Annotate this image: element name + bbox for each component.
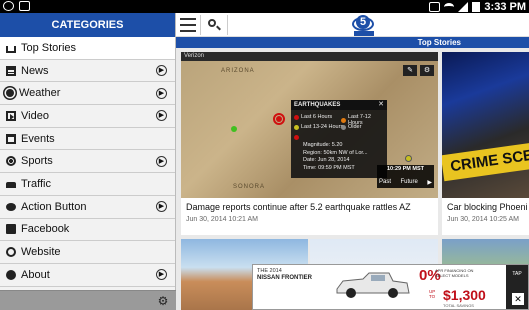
map-label: SONORA (233, 184, 266, 190)
chat-icon (6, 202, 16, 211)
divider (227, 15, 228, 35)
info-icon (6, 269, 16, 280)
play-icon: ▶ (427, 180, 432, 186)
status-bar: 3:33 PM (0, 0, 529, 13)
menu-item-top-stories[interactable]: Top Stories (0, 37, 175, 60)
ad-total: TOTAL SAVINGS (443, 303, 474, 308)
menu-item-news[interactable]: News ▶ (0, 60, 175, 83)
map-label: ARIZONA (221, 68, 255, 74)
section-title: Top Stories (417, 38, 461, 47)
drawer-header: CATEGORIES (0, 13, 175, 37)
clock: 3:33 PM (484, 0, 526, 13)
categories-drawer: CATEGORIES Top Stories News ▶ Weather ▶ … (0, 13, 176, 310)
ad-banner[interactable]: THE 2014 NISSAN FRONTIER 0% APR FINANCIN… (252, 264, 529, 310)
close-ad-icon[interactable]: ✕ (512, 293, 524, 305)
edit-icon: ✎ (403, 65, 417, 76)
menu-item-label: Website (21, 246, 61, 259)
story-title: Damage reports continue after 5.2 earthq… (186, 202, 411, 212)
settings-gear-icon[interactable]: ⚙ (156, 294, 170, 308)
expand-arrow-icon[interactable]: ▶ (156, 87, 167, 99)
menu-item-traffic[interactable]: Traffic (0, 173, 175, 196)
menu-item-about[interactable]: About ▶ (0, 264, 175, 287)
menu-item-label: Action Button (21, 200, 87, 213)
menu-item-label: News (21, 64, 49, 77)
quake-marker (276, 116, 282, 122)
legend-label: Last 13-24 Hours (301, 124, 344, 130)
sun-icon (6, 89, 14, 98)
settings-icon: ⚙ (420, 65, 434, 76)
facebook-icon (6, 224, 16, 235)
video-icon (6, 110, 16, 121)
story-date: Jun 30, 2014 10:25 AM (447, 216, 519, 223)
quake-details: Magnitude: 5.20 Region: 50km NW of Lor..… (303, 142, 368, 171)
menu-item-label: Events (21, 132, 55, 145)
expand-arrow-icon[interactable]: ▶ (156, 110, 167, 122)
crime-tape-text: CRIME SCE (442, 138, 529, 182)
divider (200, 15, 201, 35)
menu-item-label: Sports (21, 155, 53, 168)
story-image-crime-scene: CRIME SCE (442, 52, 529, 198)
legend-label: Last 6 Hours (301, 114, 333, 120)
location-icon (3, 1, 14, 11)
app-bar: 5 (176, 13, 529, 37)
ad-tap-label: TAP (512, 271, 522, 277)
ad-apr: APR FINANCING ON SELECT MODELS (435, 268, 474, 278)
selected-quake-icon (294, 135, 299, 140)
drawer-footer: ⚙ (0, 290, 176, 310)
menu-item-video[interactable]: Video ▶ (0, 105, 175, 128)
map-image: Verizon ✎ ⚙ ARIZONA SONORA EARTHQUAKES ✕… (181, 52, 438, 198)
search-icon[interactable] (206, 17, 222, 33)
ball-icon (6, 156, 16, 167)
app-root: 3:33 PM CATEGORIES Top Stories News ▶ We… (0, 0, 529, 310)
expand-arrow-icon[interactable]: ▶ (156, 269, 167, 281)
wifi-icon (444, 2, 455, 11)
menu-item-website[interactable]: Website (0, 241, 175, 264)
menu-item-label: About (21, 268, 50, 281)
menu-item-events[interactable]: Events (0, 128, 175, 151)
menu-item-label: Video (21, 109, 49, 122)
logo-number: 5 (356, 15, 370, 29)
globe-icon (6, 247, 16, 258)
story-title: Car blocking Phoeni (447, 202, 528, 212)
story-card[interactable]: CRIME SCE Car blocking Phoeni Jun 30, 20… (442, 52, 529, 235)
expand-arrow-icon[interactable]: ▶ (156, 155, 167, 167)
menu-item-sports[interactable]: Sports ▶ (0, 150, 175, 174)
cbs5-logo: 5 (352, 15, 376, 37)
ad-model: NISSAN FRONTIER (257, 275, 313, 281)
popup-title: EARTHQUAKES (291, 100, 387, 110)
menu-item-label: Weather (19, 87, 61, 100)
ad-amount: $1,300 (443, 287, 486, 303)
close-icon: ✕ (378, 101, 384, 108)
menu-hamburger-icon[interactable] (180, 18, 196, 32)
calendar-icon (6, 133, 16, 144)
story-card[interactable]: Verizon ✎ ⚙ ARIZONA SONORA EARTHQUAKES ✕… (181, 52, 438, 235)
signal-icon (458, 1, 469, 12)
expand-arrow-icon[interactable]: ▶ (156, 65, 167, 77)
ad-year: THE 2014 (257, 268, 282, 274)
map-timebox: 10:29 PM MST Past Future ▶ (377, 165, 434, 188)
story-date: Jun 30, 2014 10:21 AM (186, 216, 258, 223)
battery-icon (472, 1, 481, 12)
menu-item-label: Traffic (21, 177, 51, 190)
legend-label: Older (348, 124, 362, 130)
ad-up-to: UP TO (429, 289, 436, 299)
expand-arrow-icon[interactable]: ▶ (156, 201, 167, 213)
quake-marker (231, 126, 237, 132)
map-status-bar: Verizon (181, 52, 438, 61)
story-image-earthquake-map: Verizon ✎ ⚙ ARIZONA SONORA EARTHQUAKES ✕… (181, 52, 438, 198)
menu-item-label: Facebook (21, 223, 70, 236)
quake-marker (405, 155, 412, 162)
menu-item-action-button[interactable]: Action Button ▶ (0, 196, 175, 219)
mute-icon (429, 1, 441, 12)
section-header: Top Stories (176, 37, 529, 48)
car-icon (6, 181, 16, 188)
newspaper-icon (6, 65, 16, 76)
home-icon (6, 45, 16, 53)
truck-image (336, 272, 410, 298)
menu-item-label: Top Stories (21, 41, 77, 54)
image-icon (19, 1, 30, 11)
menu-item-facebook[interactable]: Facebook (0, 219, 175, 242)
earthquake-popup: EARTHQUAKES ✕ Last 6 Hours Last 7-12 Hou… (291, 100, 387, 178)
menu-item-weather[interactable]: Weather ▶ (0, 82, 175, 106)
